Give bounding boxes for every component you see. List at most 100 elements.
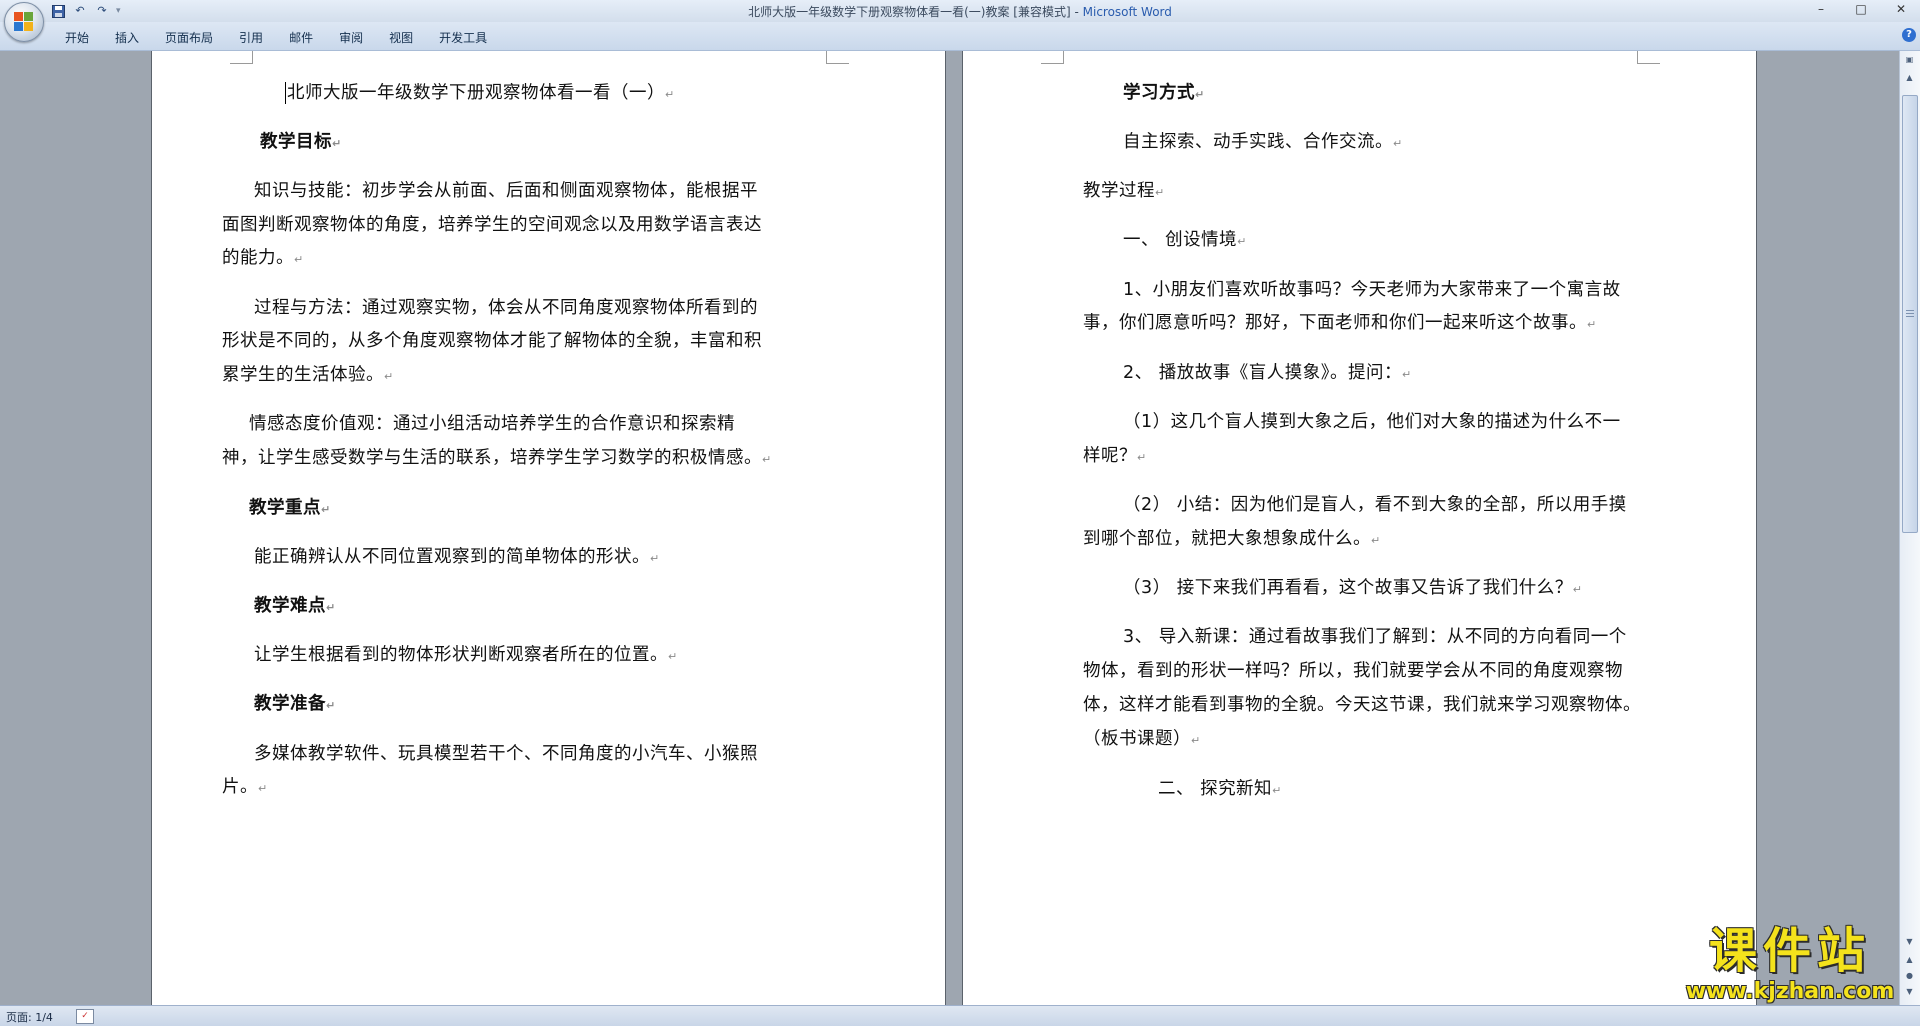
paragraph-mark-icon: ↵ (332, 137, 342, 150)
app-name: Microsoft Word (1082, 5, 1172, 19)
heading-line[interactable]: 教学目标↵ (260, 122, 342, 164)
text-line[interactable]: 让学生根据看到的物体形状判断观察者所在的位置。↵ (254, 635, 678, 677)
line-text: 2、 播放故事《盲人摸象》。提问： (1123, 363, 1402, 383)
line-text: 3、 导入新课：通过看故事我们了解到：从不同的方向看同一个 (1123, 627, 1627, 647)
line-text: （2） 小结：因为他们是盲人，看不到大象的全部，所以用手摸 (1123, 495, 1627, 515)
text-line[interactable]: 到哪个部位，就把大象想象成什么。↵ (1083, 519, 1381, 561)
line-text: （板书课题） (1083, 729, 1191, 749)
line-text: 教学重点 (249, 498, 321, 518)
paragraph-mark-icon: ↵ (1401, 368, 1412, 381)
text-line[interactable]: 事，你们愿意听吗？那好，下面老师和你们一起来听这个故事。↵ (1083, 303, 1597, 345)
paragraph-mark-icon: ↵ (326, 601, 336, 614)
watermark: 课件站 www.kjzhan.com (1668, 922, 1912, 1004)
line-text: 一、 创设情境 (1123, 230, 1238, 250)
text-line[interactable]: 一、 创设情境↵ (1123, 220, 1247, 262)
paragraph-mark-icon: ↵ (1572, 583, 1583, 596)
crop-mark (230, 51, 253, 64)
paragraph-mark-icon: ↵ (1155, 186, 1165, 199)
document-title: 北师大版一年级数学下册观察物体看一看(一)教案 [兼容模式] - (748, 5, 1079, 19)
line-text: 教学难点 (254, 596, 326, 616)
text-line[interactable]: 样呢？↵ (1083, 436, 1147, 478)
paragraph-mark-icon: ↵ (650, 552, 660, 565)
window-controls: – □ ✕ (1808, 2, 1914, 16)
tab-4[interactable]: 邮件 (276, 28, 326, 48)
line-text: 神，让学生感受数学与生活的联系，培养学生学习数学的积极情感。 (222, 448, 762, 468)
line-text: 让学生根据看到的物体形状判断观察者所在的位置。 (254, 645, 668, 665)
heading-line[interactable]: 教学难点↵ (254, 586, 336, 628)
tab-3[interactable]: 引用 (226, 28, 276, 48)
line-text: 教学过程 (1083, 181, 1155, 201)
line-text: 教学目标 (260, 132, 332, 152)
text-line[interactable]: 多媒体教学软件、玩具模型若干个、不同角度的小汽车、小猴照 (254, 734, 758, 775)
scrollbar-thumb[interactable] (1902, 95, 1918, 533)
grip-line (1906, 310, 1914, 311)
tab-5[interactable]: 审阅 (326, 28, 376, 48)
text-line[interactable]: 北师大版一年级数学下册观察物体看一看（一）↵ (285, 73, 675, 115)
crop-mark (1041, 51, 1064, 64)
line-text: （3） 接下来我们再看看，这个故事又告诉了我们什么？ (1123, 578, 1573, 598)
paragraph-mark-icon: ↵ (1137, 451, 1147, 464)
help-icon[interactable]: ? (1902, 28, 1916, 42)
ruler-toggle-icon[interactable]: ▣ (1902, 53, 1917, 67)
watermark-url: www.kjzhan.com (1685, 979, 1895, 1004)
document-workspace: 北师大版一年级数学下册观察物体看一看（一）↵ 教学目标↵ 知识与技能：初步学会从前面… (0, 51, 1900, 1005)
ribbon-tabs: 开始 插入 页面布局 引用 邮件 审阅 视图 开发工具 (52, 28, 500, 48)
office-logo-icon (14, 12, 34, 32)
document-page-2[interactable]: 学习方式↵ 自主探索、动手实践、合作交流。↵ 教学过程↵ 一、 创设情境↵ 1、小朋友们… (963, 51, 1756, 1005)
text-line[interactable]: （3） 接下来我们再看看，这个故事又告诉了我们什么？↵ (1123, 568, 1582, 610)
tab-1[interactable]: 插入 (102, 28, 152, 48)
line-text: 多媒体教学软件、玩具模型若干个、不同角度的小汽车、小猴照 (254, 744, 758, 764)
vertical-scrollbar[interactable]: ▣ ▲ ▼ ▲ ● ▼ (1899, 51, 1920, 1005)
tab-7[interactable]: 开发工具 (426, 28, 500, 48)
text-line[interactable]: 二、 探究新知↵ (1158, 769, 1282, 811)
office-button[interactable] (4, 2, 44, 42)
line-text: 北师大版一年级数学下册观察物体看一看（一） (287, 83, 665, 103)
text-line[interactable]: （1）这几个盲人摸到大象之后，他们对大象的描述为什么不一 (1123, 402, 1621, 443)
title-bar: ↶ ↷ ▾ 北师大版一年级数学下册观察物体看一看(一)教案 [兼容模式] - M… (0, 0, 1920, 22)
paragraph-mark-icon: ↵ (384, 370, 394, 383)
ribbon: 开始 插入 页面布局 引用 邮件 审阅 视图 开发工具 ? (0, 22, 1920, 51)
text-line[interactable]: 自主探索、动手实践、合作交流。↵ (1123, 122, 1403, 164)
line-text: 样呢？ (1083, 446, 1137, 466)
close-button[interactable]: ✕ (1888, 2, 1914, 16)
minimize-button[interactable]: – (1808, 2, 1834, 16)
text-line[interactable]: 累学生的生活体验。↵ (222, 355, 394, 397)
text-line[interactable]: （板书课题）↵ (1083, 719, 1201, 761)
paragraph-mark-icon: ↵ (321, 503, 331, 516)
text-line[interactable]: 2、 播放故事《盲人摸象》。提问：↵ (1123, 353, 1412, 395)
proofing-status-icon[interactable]: ✓ (76, 1009, 94, 1024)
paragraph-mark-icon: ↵ (668, 650, 678, 663)
text-line[interactable]: 神，让学生感受数学与生活的联系，培养学生学习数学的积极情感。↵ (222, 438, 772, 480)
text-line[interactable]: 能正确辨认从不同位置观察到的简单物体的形状。↵ (254, 537, 660, 579)
paragraph-mark-icon: ↵ (1195, 88, 1205, 101)
maximize-button[interactable]: □ (1848, 2, 1874, 16)
line-text: 事，你们愿意听吗？那好，下面老师和你们一起来听这个故事。 (1083, 313, 1587, 333)
paragraph-mark-icon: ↵ (1371, 534, 1381, 547)
tab-2[interactable]: 页面布局 (152, 28, 226, 48)
tab-0[interactable]: 开始 (52, 28, 102, 48)
line-text: 物体，看到的形状一样吗？所以，我们就要学会从不同的角度观察物 (1083, 661, 1623, 681)
watermark-title: 课件站 (1708, 923, 1871, 979)
line-text: 1、小朋友们喜欢听故事吗？今天老师为大家带来了一个寓言故 (1123, 280, 1621, 300)
paragraph-mark-icon: ↵ (762, 453, 772, 466)
text-cursor (285, 82, 286, 104)
heading-line[interactable]: 教学准备↵ (254, 684, 336, 726)
paragraph-mark-icon: ↵ (1237, 235, 1247, 248)
line-text: 过程与方法：通过观察实物，体会从不同角度观察物体所看到的 (254, 298, 758, 318)
heading-line[interactable]: 教学重点↵ (249, 488, 331, 530)
scroll-up-icon[interactable]: ▲ (1902, 71, 1917, 85)
grip-line (1906, 316, 1914, 317)
heading-line[interactable]: 学习方式↵ (1123, 73, 1205, 115)
text-line[interactable]: 教学过程↵ (1083, 171, 1165, 213)
crop-mark (1637, 51, 1660, 64)
paragraph-mark-icon: ↵ (258, 782, 268, 795)
text-line[interactable]: 的能力。↵ (222, 238, 304, 280)
line-text: 自主探索、动手实践、合作交流。 (1123, 132, 1393, 152)
grip-line (1906, 313, 1914, 314)
paragraph-mark-icon: ↵ (1587, 318, 1597, 331)
document-page-1[interactable]: 北师大版一年级数学下册观察物体看一看（一）↵ 教学目标↵ 知识与技能：初步学会从前面… (152, 51, 945, 1005)
tab-6[interactable]: 视图 (376, 28, 426, 48)
line-text: 累学生的生活体验。 (222, 365, 384, 385)
page-count-status[interactable]: 页面: 1/4 (6, 1009, 53, 1025)
text-line[interactable]: 片。↵ (222, 767, 268, 809)
